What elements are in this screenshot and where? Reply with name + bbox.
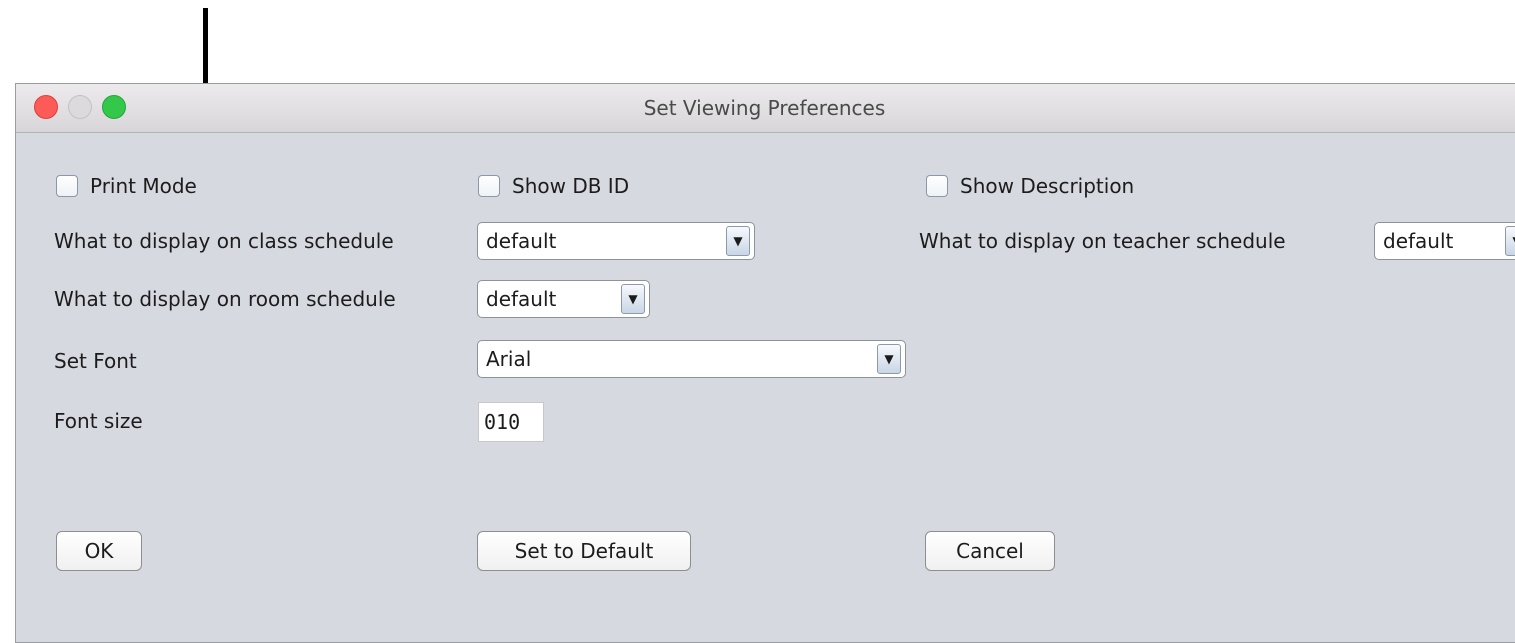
preferences-window: Set Viewing Preferences Print Mode Show … (15, 83, 1515, 643)
set-to-default-button[interactable]: Set to Default (477, 531, 691, 571)
checkbox-box-icon[interactable] (926, 175, 948, 197)
class-schedule-label: What to display on class schedule (54, 229, 394, 253)
window-title: Set Viewing Preferences (643, 96, 886, 120)
chevron-down-icon[interactable]: ▼ (1505, 226, 1515, 256)
class-schedule-value: default (486, 229, 557, 253)
print-mode-label: Print Mode (90, 174, 197, 198)
chevron-down-icon[interactable]: ▼ (877, 344, 901, 374)
show-db-id-checkbox[interactable]: Show DB ID (478, 171, 629, 201)
ok-button[interactable]: OK (56, 531, 142, 571)
set-font-label: Set Font (54, 349, 137, 373)
teacher-schedule-label: What to display on teacher schedule (919, 229, 1286, 253)
chevron-down-icon[interactable]: ▼ (621, 284, 645, 314)
room-schedule-dropdown[interactable]: default ▼ (477, 280, 650, 318)
chevron-down-icon[interactable]: ▼ (726, 226, 750, 256)
font-size-label: Font size (54, 409, 143, 433)
title-bar: Set Viewing Preferences (16, 84, 1515, 133)
show-description-label: Show Description (960, 174, 1135, 198)
checkbox-box-icon[interactable] (56, 175, 78, 197)
room-schedule-value: default (486, 287, 557, 311)
class-schedule-dropdown[interactable]: default ▼ (477, 222, 755, 260)
teacher-schedule-dropdown[interactable]: default ▼ (1374, 222, 1515, 260)
show-db-id-label: Show DB ID (512, 174, 630, 198)
checkbox-box-icon[interactable] (478, 175, 500, 197)
font-value: Arial (486, 347, 532, 371)
font-dropdown[interactable]: Arial ▼ (477, 340, 906, 378)
teacher-schedule-value: default (1383, 229, 1454, 253)
font-size-field[interactable]: 010 (478, 402, 544, 442)
print-mode-checkbox[interactable]: Print Mode (56, 171, 197, 201)
room-schedule-label: What to display on room schedule (54, 287, 396, 311)
show-description-checkbox[interactable]: Show Description (926, 171, 1134, 201)
cancel-button[interactable]: Cancel (925, 531, 1055, 571)
